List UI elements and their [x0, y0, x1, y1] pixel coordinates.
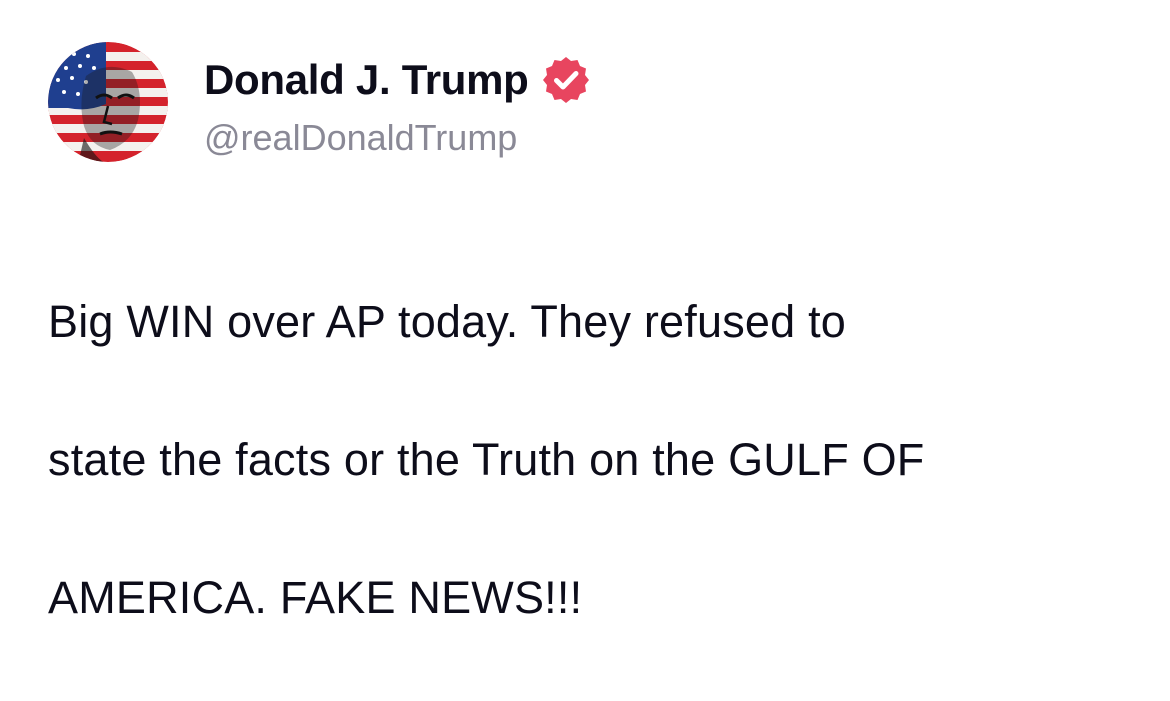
- avatar[interactable]: [48, 42, 168, 162]
- handle[interactable]: @realDonaldTrump: [204, 116, 591, 160]
- post-body: Big WIN over AP today. They refused to s…: [48, 218, 1138, 701]
- post-body-line: state the facts or the Truth on the GULF…: [48, 434, 925, 485]
- author-block: Donald J. Trump @realDonaldTrump: [204, 54, 591, 160]
- post-body-line: Big WIN over AP today. They refused to: [48, 296, 847, 347]
- name-row: Donald J. Trump: [204, 54, 591, 106]
- display-name[interactable]: Donald J. Trump: [204, 54, 529, 106]
- post-body-line: AMERICA. FAKE NEWS!!!: [48, 572, 583, 623]
- flag-portrait-avatar-icon: [48, 42, 168, 162]
- post-card: Donald J. Trump @realDonaldTrump Big WIN…: [0, 0, 1170, 623]
- verified-badge-icon: [541, 55, 591, 105]
